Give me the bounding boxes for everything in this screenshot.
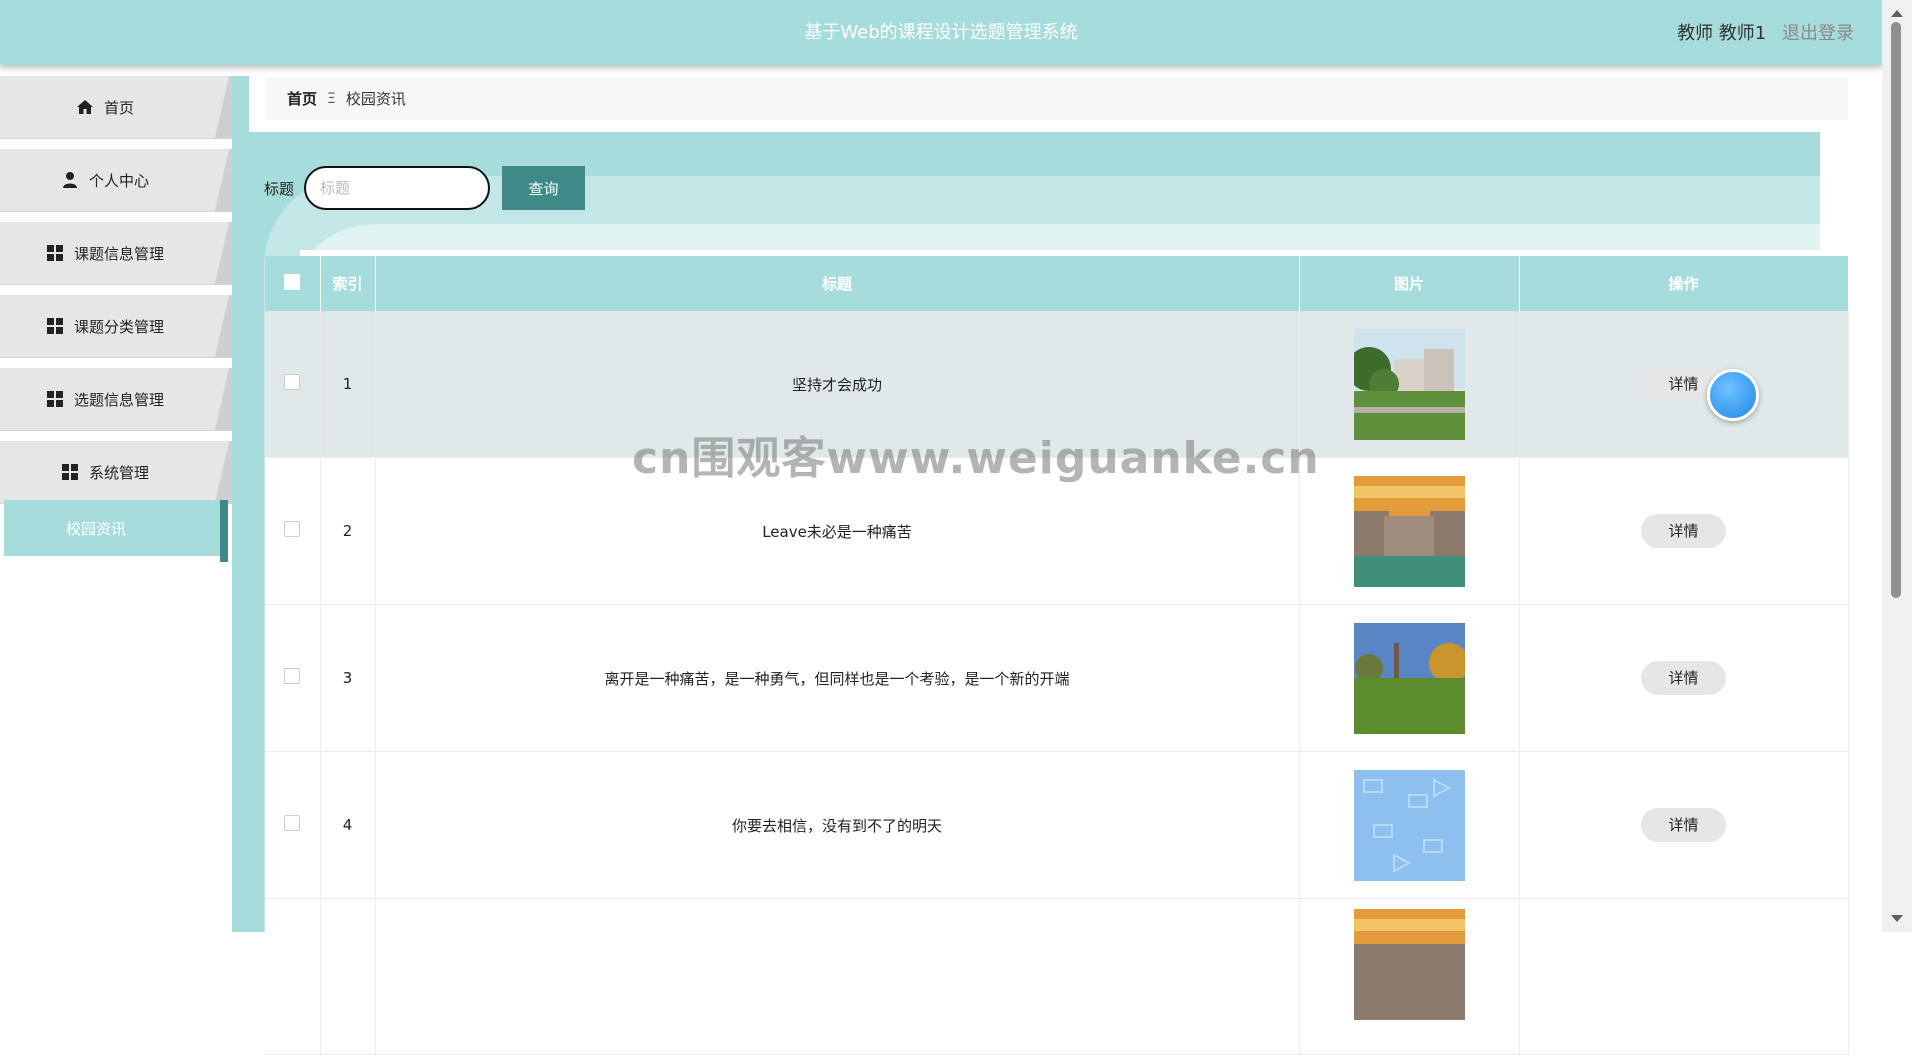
row-index: 3 bbox=[320, 604, 376, 752]
select-all-checkbox[interactable] bbox=[284, 273, 301, 290]
breadcrumb-current: 校园资讯 bbox=[345, 90, 406, 108]
grid-icon bbox=[46, 318, 63, 334]
table-row[interactable]: 4 你要去相信，没有到不了的明天 详情 bbox=[265, 751, 1849, 899]
campus-lawn-photo bbox=[1353, 622, 1465, 734]
scroll-up-arrow-icon[interactable] bbox=[1891, 10, 1903, 17]
row-action-cell: 详情 bbox=[1519, 604, 1849, 752]
column-header-image: 图片 bbox=[1299, 256, 1520, 311]
breadcrumb-home[interactable]: 首页 bbox=[287, 88, 317, 109]
row-checkbox-cell bbox=[265, 457, 321, 605]
row-checkbox-cell bbox=[265, 751, 321, 899]
sidebar-item-label: 课题信息管理 bbox=[73, 244, 164, 263]
logout-link[interactable]: 退出登录 bbox=[1782, 23, 1854, 44]
row-index: 2 bbox=[320, 457, 376, 605]
row-image-cell bbox=[1299, 751, 1520, 899]
row-checkbox[interactable] bbox=[284, 374, 301, 390]
row-image-cell bbox=[1299, 604, 1520, 752]
row-image-cell bbox=[1299, 457, 1520, 605]
campus-sunset-photo bbox=[1353, 475, 1465, 587]
scroll-down-arrow-icon[interactable] bbox=[1891, 915, 1903, 922]
app-title: 基于Web的课程设计选题管理系统 bbox=[804, 22, 1078, 43]
search-bar: 标题 查询 bbox=[264, 166, 586, 210]
sidebar-item-selection-info[interactable]: 选题信息管理 bbox=[0, 368, 232, 431]
watermark: cn围观客www.weiguanke.cn bbox=[632, 433, 1320, 484]
row-checkbox-cell bbox=[265, 604, 321, 752]
sidebar-item-label: 个人中心 bbox=[88, 171, 149, 190]
row-index bbox=[320, 898, 376, 1055]
floating-assistant-button[interactable] bbox=[1707, 369, 1759, 421]
row-checkbox[interactable] bbox=[284, 815, 301, 831]
table-row[interactable] bbox=[265, 898, 1849, 1055]
row-title: 离开是一种痛苦，是一种勇气，但同样也是一个考验，是一个新的开端 bbox=[375, 604, 1300, 752]
row-image-cell bbox=[1299, 311, 1520, 458]
grid-icon bbox=[46, 391, 63, 407]
column-header-title: 标题 bbox=[375, 256, 1300, 311]
school-pattern-image bbox=[1353, 769, 1465, 881]
search-button[interactable]: 查询 bbox=[502, 166, 586, 210]
user-name: 教师 教师1 bbox=[1677, 23, 1767, 44]
detail-button[interactable]: 详情 bbox=[1641, 808, 1726, 842]
campus-sunset-photo bbox=[1353, 909, 1465, 1020]
detail-button[interactable]: 详情 bbox=[1641, 661, 1726, 695]
grid-icon bbox=[61, 464, 78, 480]
row-checkbox[interactable] bbox=[284, 668, 301, 684]
row-checkbox-cell bbox=[265, 898, 321, 1055]
scroll-thumb[interactable] bbox=[1891, 22, 1901, 598]
sidebar-item-label: 首页 bbox=[103, 98, 134, 117]
select-all-cell bbox=[265, 256, 321, 311]
sidebar-item-label: 系统管理 bbox=[88, 463, 149, 482]
sidebar-item-home[interactable]: 首页 bbox=[0, 76, 232, 139]
row-index: 4 bbox=[320, 751, 376, 899]
row-title bbox=[375, 898, 1300, 1055]
table-header-row: 索引 标题 图片 操作 bbox=[265, 256, 1849, 311]
user-icon bbox=[62, 172, 77, 188]
column-header-index: 索引 bbox=[320, 256, 376, 311]
sidebar-item-topic-category[interactable]: 课题分类管理 bbox=[0, 295, 232, 358]
table-row[interactable]: 3 离开是一种痛苦，是一种勇气，但同样也是一个考验，是一个新的开端 详情 bbox=[265, 604, 1849, 752]
page-scrollbar[interactable] bbox=[1882, 0, 1912, 932]
search-input[interactable] bbox=[304, 166, 491, 210]
sidebar-item-label: 课题分类管理 bbox=[73, 317, 164, 336]
top-header: 基于Web的课程设计选题管理系统 教师 教师1 退出登录 bbox=[0, 0, 1882, 65]
menu-icon: Ξ bbox=[327, 90, 336, 107]
row-action-cell: 详情 bbox=[1519, 457, 1849, 605]
row-action-cell: 详情 bbox=[1519, 311, 1849, 458]
row-action-cell bbox=[1519, 898, 1849, 1055]
sidebar-item-label: 校园资讯 bbox=[65, 519, 126, 538]
search-label: 标题 bbox=[264, 179, 295, 198]
news-table: 索引 标题 图片 操作 1 坚持才会成功 详情 2 Leave未必是一种痛苦 详… bbox=[265, 256, 1849, 1055]
row-checkbox[interactable] bbox=[284, 521, 301, 537]
sidebar: 首页 个人中心 课题信息管理 课题分类管理 选题信息管理 系统管理 校园资讯 bbox=[0, 76, 232, 932]
row-index: 1 bbox=[320, 311, 376, 458]
row-image-cell bbox=[1299, 898, 1520, 1055]
user-area: 教师 教师1 退出登录 bbox=[1677, 0, 1854, 67]
sidebar-item-system[interactable]: 系统管理 bbox=[0, 441, 232, 504]
row-title: 你要去相信，没有到不了的明天 bbox=[375, 751, 1300, 899]
sidebar-item-label: 选题信息管理 bbox=[73, 390, 164, 409]
home-icon bbox=[76, 100, 93, 114]
detail-button[interactable]: 详情 bbox=[1641, 514, 1726, 548]
column-header-action: 操作 bbox=[1519, 256, 1849, 311]
sidebar-item-topic-info[interactable]: 课题信息管理 bbox=[0, 222, 232, 285]
campus-building-photo bbox=[1353, 328, 1465, 440]
sidebar-item-campus-news[interactable]: 校园资讯 bbox=[4, 500, 228, 562]
sidebar-item-profile[interactable]: 个人中心 bbox=[0, 149, 232, 212]
sidebar-rail bbox=[232, 76, 249, 932]
row-action-cell: 详情 bbox=[1519, 751, 1849, 899]
grid-icon bbox=[46, 245, 63, 261]
row-checkbox-cell bbox=[265, 311, 321, 458]
breadcrumb: 首页 Ξ 校园资讯 bbox=[265, 77, 1848, 120]
